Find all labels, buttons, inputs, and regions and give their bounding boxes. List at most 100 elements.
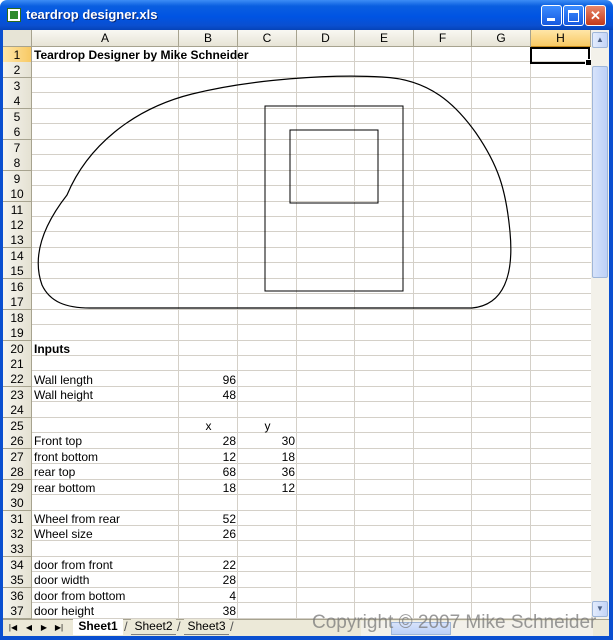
row-header-11[interactable]: 11	[3, 201, 32, 218]
row-header-33[interactable]: 33	[3, 541, 32, 558]
row-header-25[interactable]: 25	[3, 417, 32, 434]
row-header-29[interactable]: 29	[3, 479, 32, 496]
cell-b29[interactable]: 18	[179, 481, 238, 496]
first-sheet-button[interactable]: |◀	[6, 621, 20, 635]
spreadsheet-grid[interactable]: Teardrop Designer by Mike Schneider Inpu…	[32, 47, 591, 619]
previous-sheet-button[interactable]: ◀	[22, 621, 36, 635]
cell-b31[interactable]: 52	[179, 512, 238, 527]
cell-a26[interactable]: Front top	[32, 434, 82, 449]
scroll-up-button[interactable]: ▲	[592, 32, 608, 48]
cell-c29[interactable]: 12	[238, 481, 297, 496]
row-header-1[interactable]: 1	[3, 47, 32, 63]
row-header-32[interactable]: 32	[3, 525, 32, 542]
cell-a37[interactable]: door height	[32, 604, 94, 619]
selected-cell-h1[interactable]	[530, 47, 591, 66]
row-header-22[interactable]: 22	[3, 371, 32, 388]
tab-divider: /	[230, 619, 234, 634]
row-header-9[interactable]: 9	[3, 170, 32, 187]
row-header-14[interactable]: 14	[3, 247, 32, 264]
column-header-b[interactable]: B	[179, 30, 238, 47]
row-header-31[interactable]: 31	[3, 510, 32, 527]
row-header-7[interactable]: 7	[3, 139, 32, 156]
row-header-13[interactable]: 13	[3, 232, 32, 249]
cell-a22[interactable]: Wall length	[32, 373, 93, 388]
row-header-15[interactable]: 15	[3, 263, 32, 280]
row-header-24[interactable]: 24	[3, 402, 32, 419]
column-header-d[interactable]: D	[297, 30, 355, 47]
column-header-a[interactable]: A	[32, 30, 179, 47]
column-header-c[interactable]: C	[238, 30, 297, 47]
cell-b37[interactable]: 38	[179, 604, 238, 619]
cell-a20[interactable]: Inputs	[32, 342, 70, 357]
row-header-16[interactable]: 16	[3, 278, 32, 295]
cell-c27[interactable]: 18	[238, 450, 297, 465]
row-header-18[interactable]: 18	[3, 309, 32, 326]
row-header-4[interactable]: 4	[3, 93, 32, 110]
cell-b22[interactable]: 96	[179, 373, 238, 388]
cell-b32[interactable]: 26	[179, 527, 238, 542]
cell-c25[interactable]: y	[238, 419, 297, 434]
cell-b25[interactable]: x	[179, 419, 238, 434]
row-header-37[interactable]: 37	[3, 603, 32, 619]
next-sheet-button[interactable]: ▶	[37, 621, 51, 635]
cell-a35[interactable]: door width	[32, 573, 89, 588]
cell-b28[interactable]: 68	[179, 465, 238, 480]
minimize-button[interactable]	[541, 5, 562, 26]
row-header-17[interactable]: 17	[3, 294, 32, 311]
row-header-12[interactable]: 12	[3, 216, 32, 233]
column-header-g[interactable]: G	[472, 30, 531, 47]
last-sheet-button[interactable]: ▶|	[52, 621, 66, 635]
cell-a28[interactable]: rear top	[32, 465, 75, 480]
window-rectangle[interactable]	[289, 129, 379, 204]
row-header-3[interactable]: 3	[3, 77, 32, 94]
cell-b26[interactable]: 28	[179, 434, 238, 449]
row-header-27[interactable]: 27	[3, 448, 32, 465]
title-bar[interactable]: teardrop designer.xls ✕	[0, 0, 613, 30]
vertical-scroll-thumb[interactable]	[592, 66, 608, 278]
row-header-5[interactable]: 5	[3, 108, 32, 125]
column-header-f[interactable]: F	[414, 30, 472, 47]
row-header-6[interactable]: 6	[3, 124, 32, 141]
sheet-tab-sheet3[interactable]: Sheet3	[184, 619, 229, 635]
teardrop-drawing[interactable]	[32, 47, 591, 619]
cell-a1[interactable]: Teardrop Designer by Mike Schneider	[32, 48, 249, 63]
row-header-30[interactable]: 30	[3, 495, 32, 512]
cell-a23[interactable]: Wall height	[32, 388, 93, 403]
cell-b36[interactable]: 4	[179, 589, 238, 604]
column-header-e[interactable]: E	[355, 30, 414, 47]
cell-a31[interactable]: Wheel from rear	[32, 512, 120, 527]
row-header-35[interactable]: 35	[3, 572, 32, 589]
sheet-tab-sheet2[interactable]: Sheet2	[131, 619, 176, 635]
row-header-34[interactable]: 34	[3, 556, 32, 573]
column-header-h[interactable]: H	[531, 30, 591, 47]
cell-b35[interactable]: 28	[179, 573, 238, 588]
row-header-23[interactable]: 23	[3, 386, 32, 403]
cell-c26[interactable]: 30	[238, 434, 297, 449]
door-rectangle[interactable]	[264, 105, 404, 292]
cell-a29[interactable]: rear bottom	[32, 481, 95, 496]
cell-a36[interactable]: door from bottom	[32, 589, 125, 604]
row-header-10[interactable]: 10	[3, 186, 32, 203]
cell-a32[interactable]: Wheel size	[32, 527, 93, 542]
teardrop-outline[interactable]	[37, 75, 512, 309]
cell-a27[interactable]: front bottom	[32, 450, 98, 465]
row-header-20[interactable]: 20	[3, 340, 32, 357]
row-header-8[interactable]: 8	[3, 155, 32, 172]
row-header-19[interactable]: 19	[3, 325, 32, 342]
row-header-21[interactable]: 21	[3, 356, 32, 372]
cell-b34[interactable]: 22	[179, 558, 238, 573]
maximize-button[interactable]	[563, 5, 584, 26]
row-header-28[interactable]: 28	[3, 464, 32, 481]
copyright-watermark: Copyright © 2007 Mike Schneider	[312, 612, 597, 633]
sheet-tab-sheet1[interactable]: Sheet1	[73, 619, 123, 635]
cell-b27[interactable]: 12	[179, 450, 238, 465]
row-header-2[interactable]: 2	[3, 62, 32, 79]
cell-c28[interactable]: 36	[238, 465, 297, 480]
vertical-scrollbar[interactable]: ▲ ▼	[591, 30, 609, 619]
row-header-26[interactable]: 26	[3, 433, 32, 450]
close-button[interactable]: ✕	[585, 5, 606, 26]
select-all-corner[interactable]	[3, 30, 32, 47]
cell-b23[interactable]: 48	[179, 388, 238, 403]
row-header-36[interactable]: 36	[3, 587, 32, 604]
cell-a34[interactable]: door from front	[32, 558, 113, 573]
